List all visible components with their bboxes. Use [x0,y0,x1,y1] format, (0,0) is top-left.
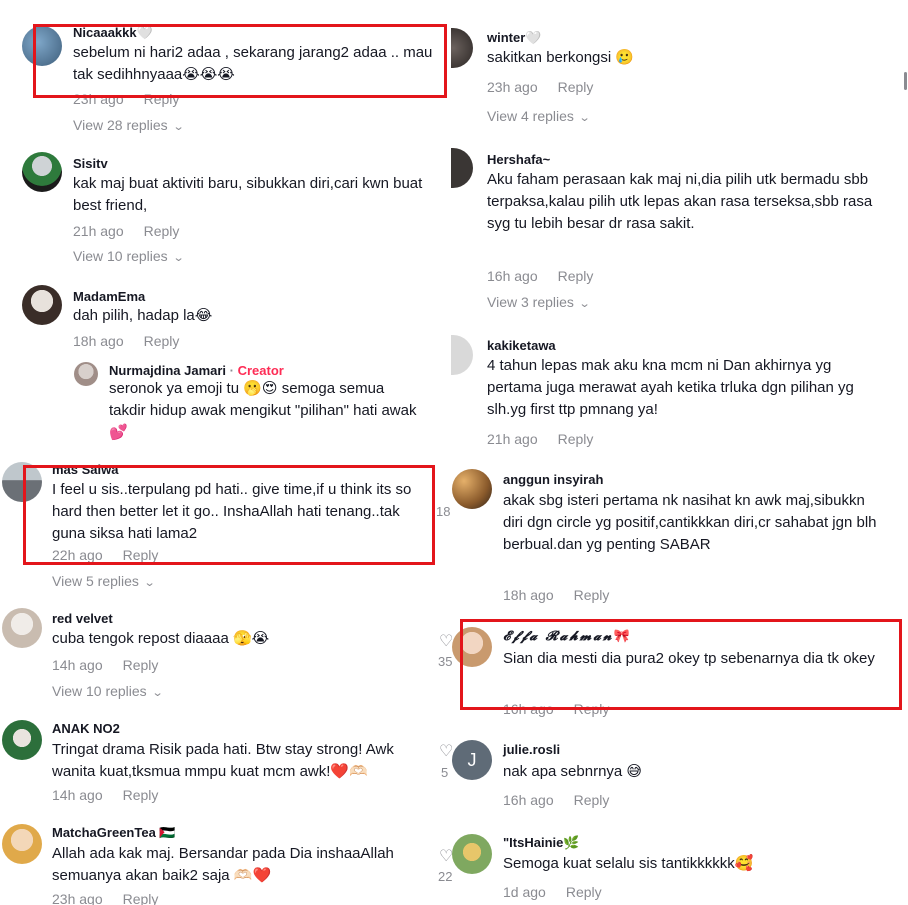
comment-username[interactable]: "ItsHainie🌿 [503,835,580,851]
like-count: 18 [436,504,451,519]
comment-time: 16h ago [487,268,538,284]
like-count: 22 [438,869,453,884]
comment-username[interactable]: MadamEma [73,289,145,304]
reply-button[interactable]: Reply [574,792,610,808]
comment-time: 18h ago [503,587,554,603]
reply-button[interactable]: Reply [574,587,610,603]
avatar[interactable]: J [452,740,492,780]
comment-meta: 23h ago Reply [52,891,158,905]
comment-username[interactable]: ANAK NO2 [52,721,120,736]
reply-text: seronok ya emoji tu 🫢😍 semoga semua takd… [109,380,417,441]
comment-text: cuba tengok repost diaaaa 🫣😭 [52,630,270,647]
comment-meta: 23h ago Reply [487,79,593,95]
view-replies-button[interactable]: View 10 replies ⌄ [73,248,185,264]
avatar[interactable] [22,152,62,192]
comment-username[interactable]: MatchaGreenTea 🇵🇸 [52,825,176,841]
chevron-down-icon: ⌄ [578,298,591,310]
comment-time: 21h ago [73,223,124,239]
comment-time: 14h ago [52,657,103,673]
comment-text: Aku faham perasaan kak maj ni,dia pilih … [487,171,873,232]
comment-text: Allah ada kak maj. Bersandar pada Dia in… [52,845,394,884]
reply-button[interactable]: Reply [123,787,159,803]
avatar[interactable] [22,285,62,325]
chevron-down-icon: ⌄ [172,121,185,133]
comment-text: kak maj buat aktiviti baru, sibukkan dir… [73,175,423,214]
avatar[interactable] [2,608,42,648]
comment-meta: 14h ago Reply [52,787,158,803]
comment-meta: 18h ago Reply [503,587,609,603]
reply-button[interactable]: Reply [123,891,159,905]
comment-username[interactable]: julie.rosli [503,742,560,757]
comment-username[interactable]: winter🤍 [487,30,541,46]
comment-text: Tringat drama Risik pada hati. Btw stay … [52,741,394,780]
chevron-down-icon: ⌄ [143,577,156,589]
reply-button[interactable]: Reply [566,884,602,900]
comment-time: 1d ago [503,884,546,900]
comment-time: 16h ago [503,792,554,808]
comment-meta: 14h ago Reply [52,657,158,673]
chevron-down-icon: ⌄ [578,112,591,124]
avatar[interactable] [451,28,473,68]
reply-button[interactable]: Reply [144,223,180,239]
comment-text: sakitkan berkongsi 🥲 [487,49,635,66]
view-replies-button[interactable]: View 3 replies ⌄ [487,294,591,310]
reply-button[interactable]: Reply [558,431,594,447]
highlight-box [460,619,902,710]
comment-time: 23h ago [487,79,538,95]
avatar[interactable] [452,469,492,509]
comment-meta: 21h ago Reply [487,431,593,447]
creator-badge: Creator [237,363,284,378]
highlight-box [23,465,435,565]
comment-text: dah pilih, hadap la😂 [73,307,213,324]
comment-username[interactable]: kakiketawa [487,338,556,353]
reply-button[interactable]: Reply [123,657,159,673]
view-replies-button[interactable]: View 4 replies ⌄ [487,108,591,124]
like-count: 35 [438,654,453,669]
comment-username[interactable]: anggun insyirah [503,472,603,487]
comment-time: 18h ago [73,333,124,349]
comment-meta: 16h ago Reply [487,268,593,284]
comment-text: akak sbg isteri pertama nk nasihat kn aw… [503,492,877,553]
highlight-box [33,24,447,98]
avatar[interactable] [2,720,42,760]
avatar[interactable] [74,362,98,386]
comment-text: 4 tahun lepas mak aku kna mcm ni Dan akh… [487,357,854,418]
like-count: 5 [441,765,449,780]
comment-username[interactable]: Sisitv [73,156,108,171]
reply-username[interactable]: Nurmajdina Jamari · Creator [109,363,284,378]
reply-button[interactable]: Reply [558,79,594,95]
comment-time: 21h ago [487,431,538,447]
comment-meta: 16h ago Reply [503,792,609,808]
comment-username[interactable]: red velvet [52,611,113,626]
reply-button[interactable]: Reply [144,333,180,349]
chevron-down-icon: ⌄ [172,252,185,264]
comment-meta: 1d ago Reply [503,884,602,900]
view-replies-button[interactable]: View 10 replies ⌄ [52,683,164,699]
avatar[interactable] [2,824,42,864]
comment-meta: 18h ago Reply [73,333,179,349]
view-replies-button[interactable]: View 5 replies ⌄ [52,573,156,589]
comment-text: nak apa sebnrnya 😅 [503,763,643,780]
avatar[interactable] [451,148,473,188]
avatar[interactable] [452,834,492,874]
reply-button[interactable]: Reply [558,268,594,284]
comment-time: 14h ago [52,787,103,803]
comment-username[interactable]: Hershafa~ [487,152,550,167]
comment-meta: 21h ago Reply [73,223,179,239]
scroll-indicator[interactable] [904,72,907,90]
avatar-letter: J [467,749,477,770]
comment-time: 23h ago [52,891,103,905]
chevron-down-icon: ⌄ [151,687,164,699]
view-replies-button[interactable]: View 28 replies ⌄ [73,117,185,133]
avatar[interactable] [451,335,473,375]
comment-text: Semoga kuat selalu sis tantikkkkkk🥰 [503,855,754,872]
